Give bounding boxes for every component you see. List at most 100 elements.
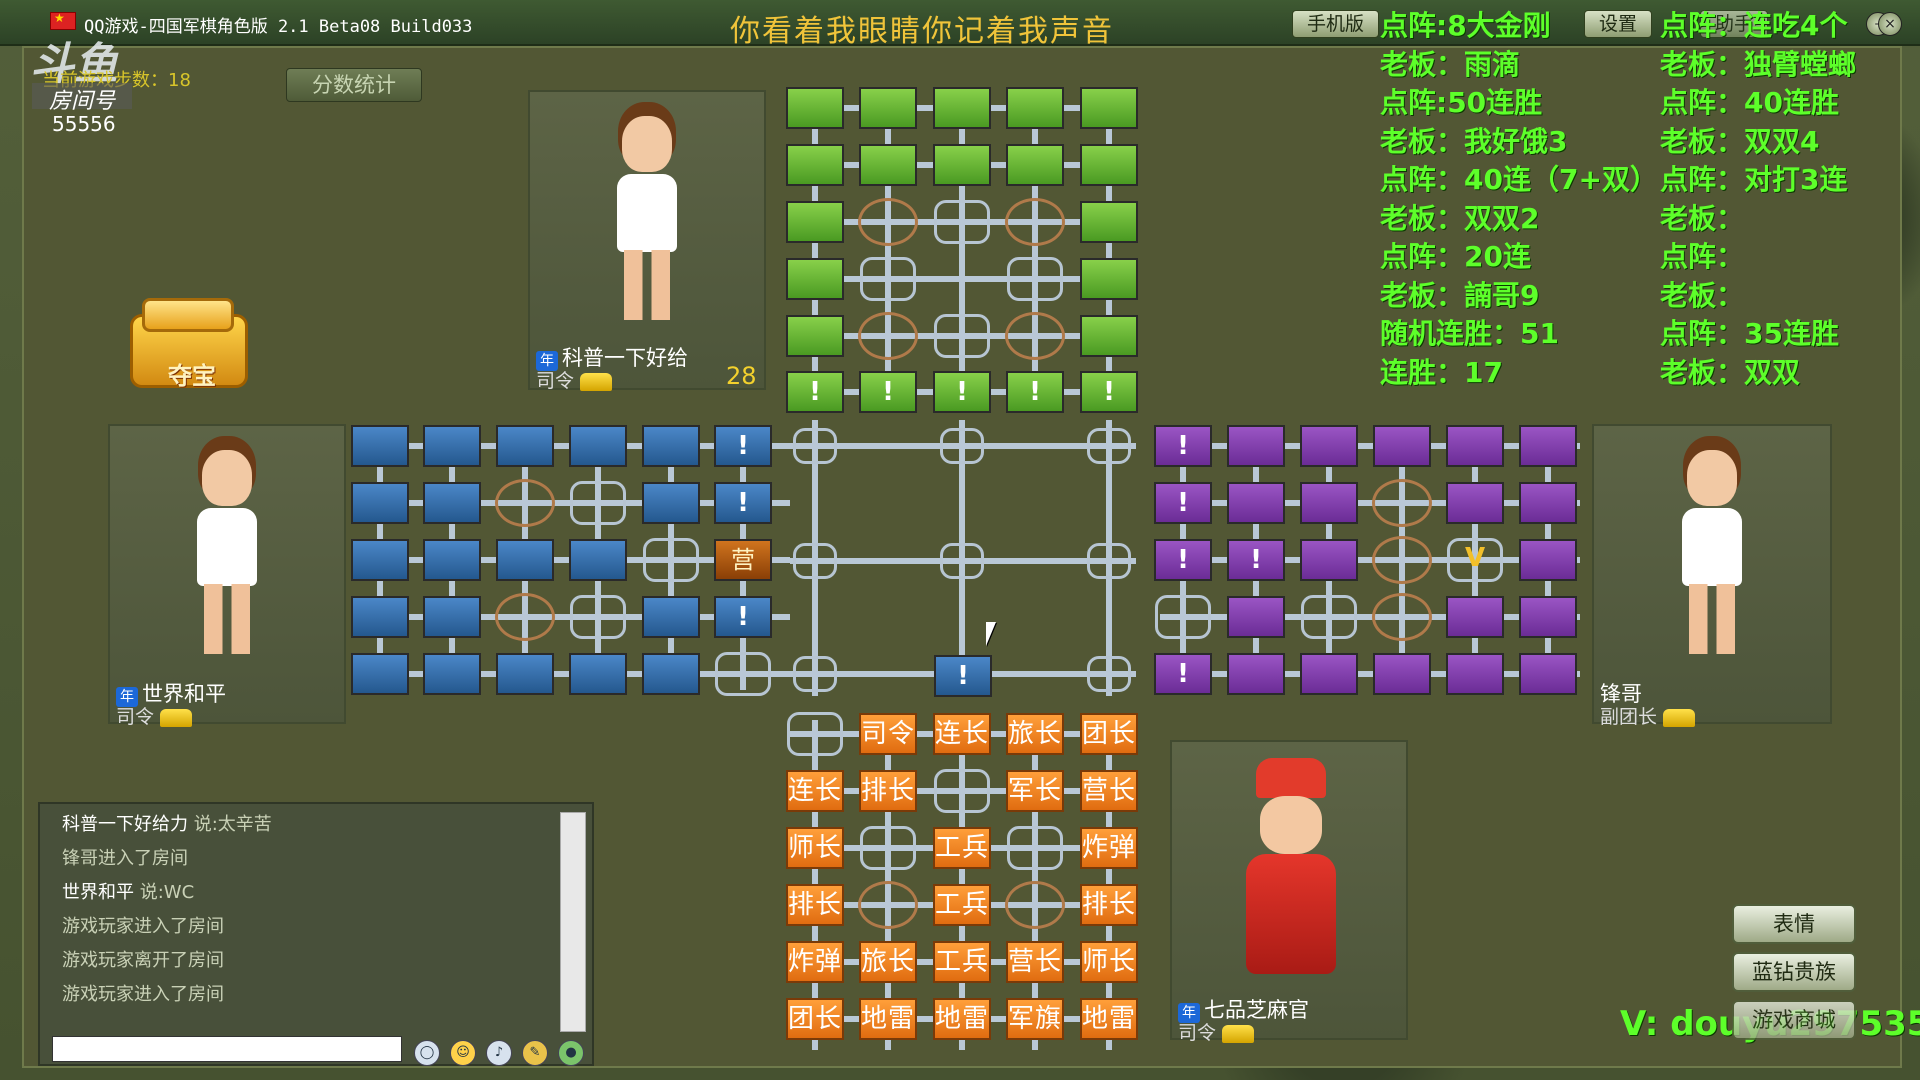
blue-piece[interactable] (496, 425, 554, 467)
blue-piece[interactable] (642, 653, 700, 695)
blue-piece[interactable] (642, 596, 700, 638)
green-piece[interactable] (786, 201, 844, 243)
my-piece[interactable]: 工兵 (933, 884, 991, 926)
my-piece[interactable]: 炸弹 (1080, 827, 1138, 869)
green-piece[interactable]: ! (786, 371, 844, 413)
green-piece[interactable] (786, 315, 844, 357)
v-marker[interactable]: V (1446, 539, 1504, 581)
blue-piece[interactable] (642, 482, 700, 524)
blue-piece[interactable] (569, 539, 627, 581)
green-piece[interactable] (1080, 201, 1138, 243)
emoji-icon[interactable]: ☺ (450, 1040, 476, 1066)
chat-scrollbar[interactable] (560, 812, 586, 1032)
blue-piece[interactable]: ! (714, 425, 772, 467)
my-piece[interactable]: 旅长 (859, 941, 917, 983)
my-piece[interactable]: 司令 (859, 713, 917, 755)
blue-piece[interactable] (496, 653, 554, 695)
blue-diamond-button[interactable]: 蓝钻贵族 (1732, 952, 1856, 992)
purple-piece[interactable] (1227, 596, 1285, 638)
green-piece[interactable]: ! (859, 371, 917, 413)
green-piece[interactable]: ! (933, 371, 991, 413)
green-piece[interactable] (859, 144, 917, 186)
purple-piece[interactable] (1300, 482, 1358, 524)
blue-piece[interactable] (569, 653, 627, 695)
blue-piece[interactable]: ! (714, 482, 772, 524)
purple-piece[interactable] (1519, 653, 1577, 695)
purple-piece[interactable] (1519, 539, 1577, 581)
blue-piece[interactable] (496, 539, 554, 581)
blue-piece[interactable] (351, 596, 409, 638)
my-piece[interactable]: 工兵 (933, 827, 991, 869)
green-piece[interactable] (933, 87, 991, 129)
chat-user[interactable]: 世界和平 (62, 882, 140, 903)
my-piece[interactable]: 排长 (786, 884, 844, 926)
my-piece[interactable]: 师长 (1080, 941, 1138, 983)
purple-piece[interactable]: ! (1154, 539, 1212, 581)
blue-piece[interactable] (423, 425, 481, 467)
my-piece[interactable]: 工兵 (933, 941, 991, 983)
purple-piece[interactable] (1227, 653, 1285, 695)
blue-piece[interactable] (423, 539, 481, 581)
blue-piece[interactable]: ! (714, 596, 772, 638)
green-piece[interactable] (1080, 315, 1138, 357)
blue-piece[interactable] (569, 425, 627, 467)
green-piece[interactable] (786, 87, 844, 129)
purple-piece[interactable] (1446, 596, 1504, 638)
green-piece[interactable] (1080, 258, 1138, 300)
purple-piece[interactable] (1446, 425, 1504, 467)
purple-piece[interactable] (1300, 539, 1358, 581)
purple-piece[interactable] (1300, 425, 1358, 467)
my-piece[interactable]: 炸弹 (786, 941, 844, 983)
my-piece[interactable]: 连长 (933, 713, 991, 755)
my-piece[interactable]: 旅长 (1006, 713, 1064, 755)
purple-piece[interactable] (1373, 653, 1431, 695)
my-piece[interactable]: 营长 (1006, 941, 1064, 983)
purple-piece[interactable]: ! (1154, 482, 1212, 524)
green-piece[interactable] (1006, 144, 1064, 186)
chat-input[interactable] (52, 1036, 402, 1062)
emote-button[interactable]: 表情 (1732, 904, 1856, 944)
green-piece[interactable]: ! (1080, 371, 1138, 413)
purple-piece[interactable] (1227, 482, 1285, 524)
chat-bubble-icon[interactable]: ◯ (414, 1040, 440, 1066)
my-piece[interactable]: 团长 (786, 998, 844, 1040)
blue-piece[interactable] (642, 425, 700, 467)
blue-piece[interactable] (423, 653, 481, 695)
purple-piece[interactable]: ! (1227, 539, 1285, 581)
purple-piece[interactable] (1519, 596, 1577, 638)
purple-piece[interactable]: ! (1154, 653, 1212, 695)
green-piece[interactable] (1080, 144, 1138, 186)
my-piece[interactable]: 连长 (786, 770, 844, 812)
blue-piece[interactable] (423, 482, 481, 524)
friends-icon[interactable]: ● (558, 1040, 584, 1066)
camp-piece[interactable]: 营 (714, 539, 772, 581)
purple-piece[interactable] (1373, 425, 1431, 467)
my-piece[interactable]: 营长 (1080, 770, 1138, 812)
my-piece[interactable]: 军旗 (1006, 998, 1064, 1040)
my-piece[interactable]: 地雷 (933, 998, 991, 1040)
blue-piece[interactable] (351, 539, 409, 581)
green-piece[interactable] (786, 144, 844, 186)
my-piece[interactable]: 排长 (859, 770, 917, 812)
purple-piece[interactable] (1519, 425, 1577, 467)
purple-piece[interactable] (1227, 425, 1285, 467)
purple-piece[interactable]: ! (1154, 425, 1212, 467)
purple-piece[interactable] (1446, 653, 1504, 695)
green-piece[interactable] (859, 87, 917, 129)
tool-icon[interactable]: ✎ (522, 1040, 548, 1066)
game-store-button[interactable]: 游戏商城 (1732, 1000, 1856, 1040)
green-piece[interactable] (1080, 87, 1138, 129)
my-piece[interactable]: 团长 (1080, 713, 1138, 755)
blue-piece[interactable] (423, 596, 481, 638)
blue-piece[interactable] (351, 482, 409, 524)
blue-piece[interactable] (351, 425, 409, 467)
my-piece[interactable]: 排长 (1080, 884, 1138, 926)
my-piece[interactable]: 地雷 (1080, 998, 1138, 1040)
purple-piece[interactable] (1300, 653, 1358, 695)
my-piece[interactable]: 师长 (786, 827, 844, 869)
green-piece[interactable]: ! (1006, 371, 1064, 413)
my-piece[interactable]: 军长 (1006, 770, 1064, 812)
my-piece[interactable]: 地雷 (859, 998, 917, 1040)
chat-user[interactable]: 科普一下好给力 (62, 814, 194, 835)
blue-piece[interactable]: ! (934, 655, 992, 697)
